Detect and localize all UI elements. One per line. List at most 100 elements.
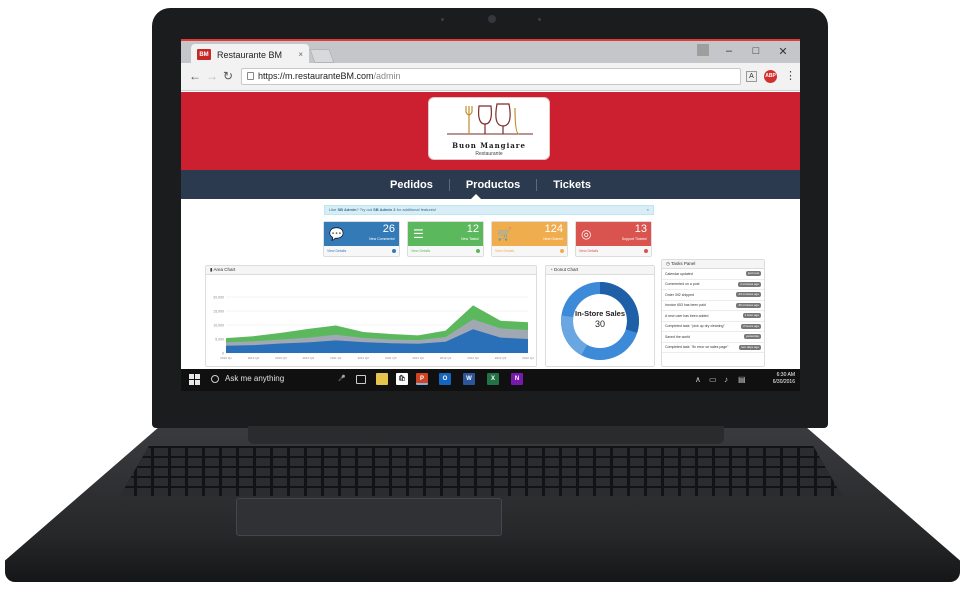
minimize-button[interactable]: – (721, 45, 737, 57)
task-item[interactable]: Saved the world yesterday (662, 332, 764, 343)
powerpoint-icon[interactable]: P (416, 373, 428, 385)
active-nav-indicator (471, 194, 481, 199)
x-tick-label: 2011 Q4 (413, 356, 425, 360)
task-time-badge: 1 hour ago (742, 313, 761, 319)
excel-icon[interactable]: X (487, 373, 499, 385)
new-tab-button[interactable] (309, 49, 335, 63)
task-item[interactable]: Order 392 shipped 23 minutes ago (662, 290, 764, 301)
onenote-icon[interactable]: N (511, 373, 523, 385)
browser-menu-icon[interactable]: ⋮ (785, 69, 796, 82)
stat-card-support[interactable]: ◎ 13 Support Tickets! View Details (575, 221, 652, 257)
back-arrow-icon[interactable]: ← (189, 69, 201, 83)
stat-value: 26 (382, 223, 395, 235)
windows-start-icon[interactable] (189, 374, 200, 385)
task-view-icon[interactable] (356, 375, 366, 384)
adblock-icon[interactable]: ABP (764, 70, 777, 83)
task-item[interactable]: Calendar updated just now (662, 269, 764, 280)
y-tick-label: 20,000 (213, 296, 224, 300)
stat-footer[interactable]: View Details (492, 246, 567, 256)
outlook-icon[interactable]: O (439, 373, 451, 385)
task-time-badge: yesterday (743, 334, 761, 340)
stat-label: New Tasks! (461, 237, 479, 241)
profile-icon[interactable] (697, 44, 709, 56)
nav-item-productos[interactable]: Productos (450, 179, 536, 191)
stat-card-header: 🛒 124 New Orders! (492, 222, 567, 246)
task-time-badge: 46 minutes ago (736, 302, 761, 308)
stat-footer[interactable]: View Details (324, 246, 399, 256)
laptop-hinge (248, 426, 724, 444)
task-item[interactable]: A new user has been added 1 hour ago (662, 311, 764, 322)
tasks-panel: ◷ Tasks Panel Calendar updated just now Co… (661, 259, 765, 367)
task-item[interactable]: Commented on a post 4 minutes ago (662, 280, 764, 290)
header-banner: Buon Mangiare Restaurante (181, 92, 800, 170)
file-explorer-icon[interactable] (376, 373, 388, 385)
alert-prefix: Like (329, 207, 337, 212)
stat-card-orders[interactable]: 🛒 124 New Orders! View Details (491, 221, 568, 257)
view-details-link[interactable]: View Details (411, 249, 430, 253)
alert-middle: ? Try out (356, 207, 372, 212)
x-tick-label: 2012 Q4 (522, 356, 534, 360)
browser-toolbar: ← → ↻ https://m.restauranteBM.com/admin … (181, 63, 800, 91)
task-text: Completed task: "pick up dry cleaning" (665, 324, 725, 329)
volume-icon[interactable]: ♪ (724, 375, 728, 384)
reload-icon[interactable]: ↻ (223, 69, 233, 83)
main-nav: Pedidos Productos Tickets (181, 170, 800, 199)
clock-time: 6:30 AM (776, 372, 795, 378)
browser-tab[interactable]: BM Restaurante BM × (191, 44, 309, 65)
panel-header: ◷ Tasks Panel (662, 260, 764, 269)
windows-taskbar: Ask me anything 🎤 🛍 P O W X N ∧ ▭ ♪ ▤ 6:… (181, 369, 800, 391)
wine-glasses-icon (447, 103, 533, 135)
task-list: Calendar updated just now Commented on a p… (662, 269, 764, 353)
word-icon[interactable]: W (463, 373, 475, 385)
view-details-link[interactable]: View Details (327, 249, 346, 253)
task-item[interactable]: Completed task: "fix error on sales page… (662, 343, 764, 353)
area-chart: 20,000 15,000 10,000 5,000 02010 Q1 2010 Q2 20… (213, 296, 534, 361)
tasks-icon: ☰ (413, 227, 424, 241)
battery-icon[interactable]: ▭ (709, 375, 717, 384)
stat-footer[interactable]: View Details (408, 246, 483, 256)
brand-name: Buon Mangiare (452, 141, 526, 150)
view-details-link[interactable]: View Details (579, 249, 598, 253)
cortana-icon[interactable] (211, 375, 219, 383)
arrow-circle-icon (392, 249, 396, 253)
translate-icon[interactable]: A (746, 71, 757, 82)
stat-card-header: 💬 26 New Comments! (324, 222, 399, 246)
tray-chevron-icon[interactable]: ∧ (695, 375, 701, 384)
brand-subtitle: Restaurante (475, 151, 503, 157)
nav-item-tickets[interactable]: Tickets (537, 179, 607, 191)
close-window-button[interactable]: ✕ (775, 45, 791, 58)
task-text: Saved the world (665, 334, 691, 339)
taskbar-search[interactable]: Ask me anything (225, 374, 284, 383)
action-center-icon[interactable]: ▤ (738, 375, 746, 384)
nav-item-pedidos[interactable]: Pedidos (374, 179, 449, 191)
task-item[interactable]: Invoice 653 has been paid 46 minutes ago (662, 301, 764, 311)
task-item[interactable]: Completed task: "pick up dry cleaning" 2 … (662, 322, 764, 332)
alert-product-link[interactable]: SB Admin (337, 207, 356, 212)
forward-arrow-icon[interactable]: → (206, 69, 218, 83)
alert-upgrade-link[interactable]: SB Admin 2 (373, 207, 395, 212)
x-tick-label: 2011 Q1 (330, 356, 342, 360)
taskbar-clock[interactable]: 6:30 AM 6/30/2016 (757, 372, 795, 386)
stat-value: 124 (544, 223, 563, 235)
area-chart-panel: ▮ Area Chart 20,000 15,000 10,000 5,000 0 201… (205, 265, 537, 367)
alert-close-icon[interactable]: × (647, 206, 649, 214)
webcam-sensor (538, 18, 541, 21)
webcam (488, 15, 496, 23)
restaurant-logo[interactable]: Buon Mangiare Restaurante (428, 97, 550, 160)
store-icon[interactable]: 🛍 (396, 373, 408, 385)
donut-label: In-Store Sales (575, 309, 625, 318)
task-text: Invoice 653 has been paid (665, 303, 706, 308)
stat-footer[interactable]: View Details (576, 246, 651, 256)
task-text: Order 392 shipped (665, 292, 694, 297)
arrow-circle-icon (476, 249, 480, 253)
maximize-button[interactable]: □ (748, 45, 764, 57)
stat-card-tasks[interactable]: ☰ 12 New Tasks! View Details (407, 221, 484, 257)
stat-card-header: ◎ 13 Support Tickets! (576, 222, 651, 246)
address-bar[interactable]: https://m.restauranteBM.com/admin (241, 68, 741, 85)
y-tick-label: 5,000 (215, 338, 224, 342)
tab-close-icon[interactable]: × (298, 50, 303, 59)
y-tick-label: 15,000 (213, 310, 224, 314)
stat-card-comments[interactable]: 💬 26 New Comments! View Details (323, 221, 400, 257)
microphone-icon[interactable]: 🎤 (336, 373, 348, 385)
view-details-link[interactable]: View Details (495, 249, 514, 253)
